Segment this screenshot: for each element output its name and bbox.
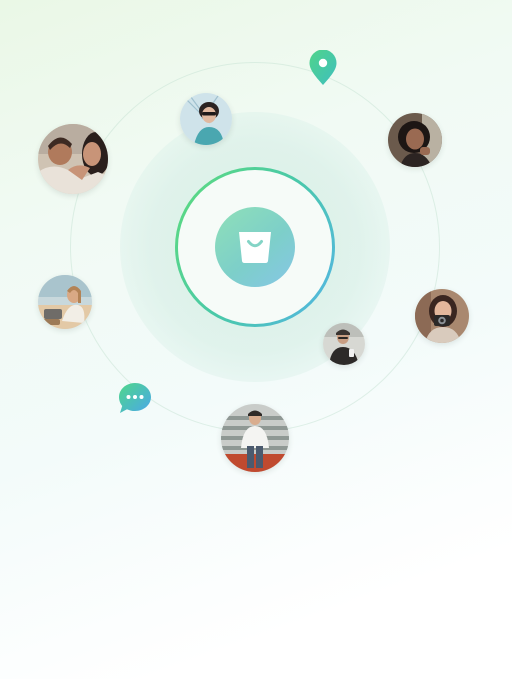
avatar-man-white-shirt	[221, 404, 289, 472]
avatar-woman-camera	[415, 289, 469, 343]
avatar-woman-sunglasses	[180, 93, 232, 145]
avatar-couple	[38, 124, 108, 194]
avatar-woman-tablet	[38, 275, 92, 329]
location-pin-icon	[308, 49, 338, 86]
shopping-bag-icon	[215, 207, 295, 287]
avatar-woman-curly-hair	[388, 113, 442, 167]
chat-bubble-icon	[117, 381, 153, 415]
network-illustration	[0, 0, 512, 679]
avatar-man-phone	[323, 323, 365, 365]
